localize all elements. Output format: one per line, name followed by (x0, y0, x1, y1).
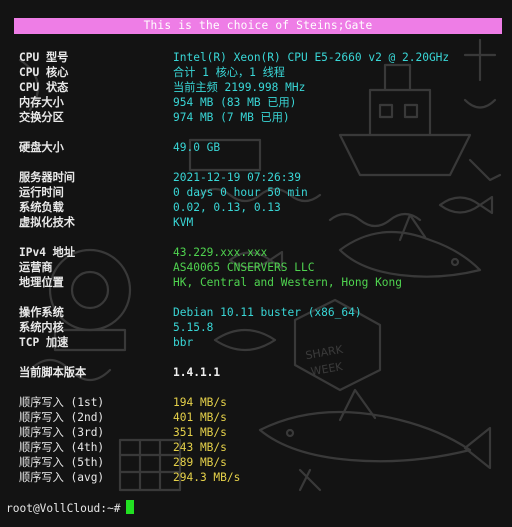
isp-value: AS40065 CNSERVERS LLC (173, 261, 315, 274)
io-row-1st: 顺序写入 (1st) 194 MB/s (0, 395, 512, 410)
info-row-memory: 内存大小 954 MB (83 MB 已用) (0, 95, 512, 110)
info-row-disk: 硬盘大小 49.0 GB (0, 140, 512, 155)
info-row-tcp: TCP 加速 bbr (0, 335, 512, 350)
info-row-cpu-model: CPU 型号 Intel(R) Xeon(R) CPU E5-2660 v2 @… (0, 50, 512, 65)
info-row-uptime: 运行时间 0 days 0 hour 50 min (0, 185, 512, 200)
load-label: 系统负载 (19, 201, 64, 214)
cpu-model-label: CPU 型号 (19, 51, 69, 64)
info-row-swap: 交换分区 974 MB (7 MB 已用) (0, 110, 512, 125)
info-row-os: 操作系统 Debian 10.11 buster (x86_64) (0, 305, 512, 320)
title-banner: This is the choice of Steins;Gate (14, 18, 502, 34)
io-5th-value: 289 MB/s (173, 456, 227, 469)
io-row-2nd: 顺序写入 (2nd) 401 MB/s (0, 410, 512, 425)
tcp-label: TCP 加速 (19, 336, 69, 349)
cpu-cores-value: 合计 1 核心，1 线程 (173, 66, 285, 79)
server-time-value: 2021-12-19 07:26:39 (173, 171, 301, 184)
uptime-value: 0 days 0 hour 50 min (173, 186, 308, 199)
info-row-load: 系统负载 0.02, 0.13, 0.13 (0, 200, 512, 215)
io-4th-label: 顺序写入 (4th) (19, 441, 105, 454)
io-4th-value: 243 MB/s (173, 441, 227, 454)
swap-label: 交换分区 (19, 111, 64, 124)
io-5th-label: 顺序写入 (5th) (19, 456, 105, 469)
info-row-server-time: 服务器时间 2021-12-19 07:26:39 (0, 170, 512, 185)
cpu-status-label: CPU 状态 (19, 81, 69, 94)
location-label: 地理位置 (19, 276, 64, 289)
shell-prompt-line[interactable]: root@VollCloud:~# (6, 500, 134, 516)
io-row-3rd: 顺序写入 (3rd) 351 MB/s (0, 425, 512, 440)
tcp-value: bbr (173, 336, 194, 349)
io-3rd-label: 顺序写入 (3rd) (19, 426, 105, 439)
memory-value: 954 MB (83 MB 已用) (173, 96, 297, 109)
io-row-5th: 顺序写入 (5th) 289 MB/s (0, 455, 512, 470)
virtualization-value: KVM (173, 216, 194, 229)
ipv4-label: IPv4 地址 (19, 246, 76, 259)
kernel-label: 系统内核 (19, 321, 64, 334)
memory-label: 内存大小 (19, 96, 64, 109)
io-1st-value: 194 MB/s (173, 396, 227, 409)
location-value: HK, Central and Western, Hong Kong (173, 276, 403, 289)
swap-value: 974 MB (7 MB 已用) (173, 111, 290, 124)
io-2nd-label: 顺序写入 (2nd) (19, 411, 105, 424)
info-row-location: 地理位置 HK, Central and Western, Hong Kong (0, 275, 512, 290)
info-row-cpu-status: CPU 状态 当前主频 2199.998 MHz (0, 80, 512, 95)
script-version-label: 当前脚本版本 (19, 366, 87, 379)
shell-prompt: root@VollCloud:~# (6, 502, 121, 515)
uptime-label: 运行时间 (19, 186, 64, 199)
info-row-ipv4: IPv4 地址 43.229.xxx.xxx (0, 245, 512, 260)
cpu-status-value: 当前主频 2199.998 MHz (173, 81, 306, 94)
io-avg-value: 294.3 MB/s (173, 471, 241, 484)
virtualization-label: 虚拟化技术 (19, 216, 75, 229)
info-row-isp: 运营商 AS40065 CNSERVERS LLC (0, 260, 512, 275)
info-row-cpu-cores: CPU 核心 合计 1 核心，1 线程 (0, 65, 512, 80)
io-row-avg: 顺序写入 (avg) 294.3 MB/s (0, 470, 512, 485)
io-row-4th: 顺序写入 (4th) 243 MB/s (0, 440, 512, 455)
io-avg-label: 顺序写入 (avg) (19, 471, 105, 484)
terminal-window[interactable]: SHARK WEEK This is the choice of Steins;… (0, 0, 512, 527)
io-1st-label: 顺序写入 (1st) (19, 396, 105, 409)
server-time-label: 服务器时间 (19, 171, 75, 184)
cpu-cores-label: CPU 核心 (19, 66, 69, 79)
script-version-value: 1.4.1.1 (173, 366, 221, 379)
info-row-kernel: 系统内核 5.15.8 (0, 320, 512, 335)
io-3rd-value: 351 MB/s (173, 426, 227, 439)
ipv4-value: 43.229.xxx.xxx (173, 246, 268, 259)
cpu-model-value: Intel(R) Xeon(R) CPU E5-2660 v2 @ 2.20GH… (173, 51, 450, 64)
disk-label: 硬盘大小 (19, 141, 64, 154)
os-label: 操作系统 (19, 306, 64, 319)
kernel-value: 5.15.8 (173, 321, 214, 334)
info-row-script-version: 当前脚本版本 1.4.1.1 (0, 365, 512, 380)
disk-value: 49.0 GB (173, 141, 221, 154)
os-value: Debian 10.11 buster (x86_64) (173, 306, 362, 319)
isp-label: 运营商 (19, 261, 53, 274)
text-cursor[interactable] (125, 500, 134, 514)
info-row-virtualization: 虚拟化技术 KVM (0, 215, 512, 230)
io-2nd-value: 401 MB/s (173, 411, 227, 424)
load-value: 0.02, 0.13, 0.13 (173, 201, 281, 214)
